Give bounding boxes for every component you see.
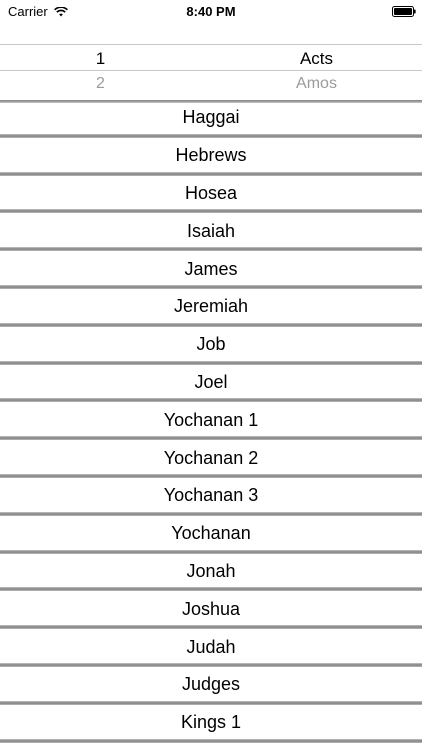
status-time: 8:40 PM — [186, 4, 236, 19]
book-label: Yochanan 3 — [163, 485, 259, 506]
picker-chapter-column[interactable]: 1 2 — [0, 44, 211, 100]
book-label: Haggai — [182, 107, 240, 128]
book-row[interactable]: Hosea — [0, 175, 422, 214]
status-bar: Carrier 8:40 PM — [0, 0, 422, 24]
book-label: Yochanan 1 — [163, 409, 259, 430]
picker-chapter-selected[interactable]: 1 — [0, 49, 211, 69]
book-row[interactable]: Kings 1 — [0, 704, 422, 743]
book-label: Yochanan — [171, 523, 251, 544]
book-label: Jonah — [186, 560, 236, 581]
picker-book-next[interactable]: Amos — [211, 75, 422, 93]
book-row[interactable]: Job — [0, 326, 422, 365]
book-label: Joshua — [181, 598, 241, 619]
book-row[interactable]: Joshua — [0, 591, 422, 630]
chapter-book-picker[interactable]: 1 2 Acts Amos — [0, 44, 422, 100]
book-row[interactable]: James — [0, 251, 422, 289]
battery-icon — [392, 6, 416, 17]
book-list: Haggai Hebrews Hosea Isaiah James Jeremiah Job… — [0, 100, 422, 750]
book-row[interactable]: Judges — [0, 666, 422, 705]
book-label: Isaiah — [186, 220, 236, 241]
book-row[interactable]: Yochanan — [0, 515, 422, 554]
book-label: Jeremiah — [173, 296, 249, 317]
book-row[interactable]: Yochanan 2 — [0, 440, 422, 478]
book-label: James — [184, 258, 238, 279]
picker-book-column[interactable]: Acts Amos — [211, 44, 422, 100]
book-label: Hebrews — [175, 145, 247, 166]
book-label: Joel — [194, 371, 228, 392]
book-label: Judges — [181, 674, 241, 695]
book-label: Yochanan 2 — [163, 447, 259, 468]
picker-book-selected[interactable]: Acts — [211, 49, 422, 69]
book-label: Job — [196, 334, 226, 355]
book-row[interactable]: Judah — [0, 629, 422, 667]
book-row[interactable]: Jeremiah — [0, 288, 422, 327]
book-row[interactable]: Yochanan 1 — [0, 402, 422, 441]
book-row[interactable]: Haggai — [0, 100, 422, 138]
book-row[interactable]: Isaiah — [0, 213, 422, 252]
book-label: Judah — [186, 636, 236, 657]
book-row[interactable]: Hebrews — [0, 137, 422, 176]
book-label: Kings 1 — [180, 712, 242, 733]
picker-chapter-next[interactable]: 2 — [0, 75, 211, 93]
book-row[interactable]: Yochanan 3 — [0, 477, 422, 516]
book-label: Hosea — [184, 182, 238, 203]
book-row[interactable]: Joel — [0, 364, 422, 403]
book-row[interactable]: Jonah — [0, 553, 422, 592]
